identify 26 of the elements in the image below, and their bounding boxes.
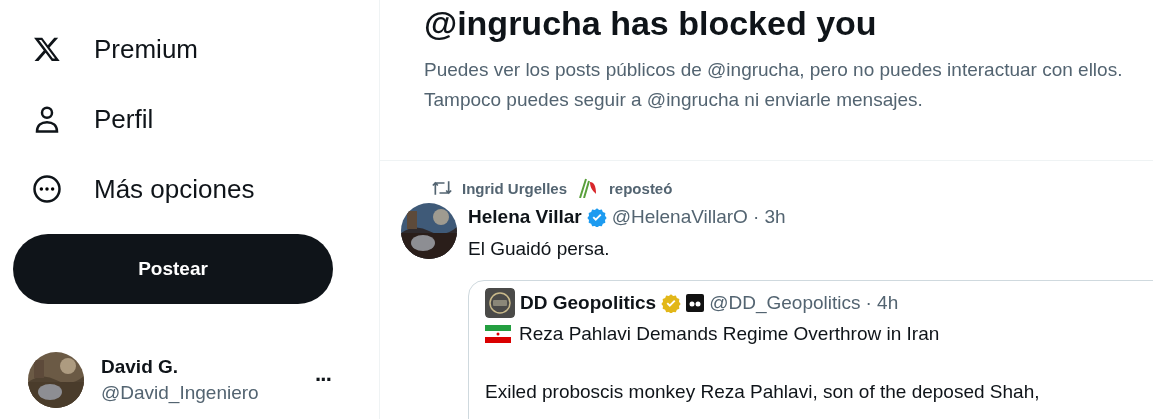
x-logo-icon xyxy=(32,35,62,63)
quoted-post-card[interactable]: DD Geopolitics @DD_Geopolitics · 4h Reza Pahlavi Demands Regime Overthrow in Iran Exiled proboscis monkey Reza Pahlavi, son of the deposed Shah, xyxy=(468,280,1153,419)
quoted-text: Exiled proboscis monkey Reza Pahlavi, son of the deposed Shah, xyxy=(485,381,1041,403)
repost-icon xyxy=(432,179,452,197)
account-name: David G. xyxy=(101,356,180,378)
author-handle[interactable]: @DD_Geopolitics xyxy=(709,292,861,314)
author-name[interactable]: DD Geopolitics xyxy=(520,292,657,314)
author-name[interactable]: Helena Villar xyxy=(468,206,582,228)
post-button[interactable]: Postear xyxy=(13,234,333,304)
account-handle: @David_Ingeniero xyxy=(101,382,260,404)
more-options-button[interactable]: ··· xyxy=(315,367,331,393)
post-time[interactable]: · 4h xyxy=(865,292,899,314)
repost-label: reposteó xyxy=(609,179,673,197)
more-icon xyxy=(32,174,62,204)
quoted-headline: Reza Pahlavi Demands Regime Overthrow in Iran xyxy=(519,323,940,345)
nav-item[interactable]: Premium xyxy=(94,33,198,65)
flag-icon xyxy=(485,325,511,343)
logo-icon xyxy=(485,288,515,318)
blocked-message: Puedes ver los posts públicos de @ingrucha, pero no puedes interactuar con ellos. Tampoco puedes seguir a @ingrucha ni enviarle mensajes. xyxy=(424,58,1124,112)
post-text: El Guaidó persa. xyxy=(468,237,611,261)
blocked-title: @ingrucha has blocked you xyxy=(424,3,878,43)
author-handle[interactable]: @HelenaVillarO xyxy=(611,206,748,228)
reposter-name[interactable]: Ingrid Urgelles xyxy=(462,179,568,197)
nav-item[interactable]: Perfil xyxy=(94,103,154,135)
post-time[interactable]: · 3h xyxy=(752,206,786,228)
nav-item[interactable]: Más opciones xyxy=(94,173,255,205)
